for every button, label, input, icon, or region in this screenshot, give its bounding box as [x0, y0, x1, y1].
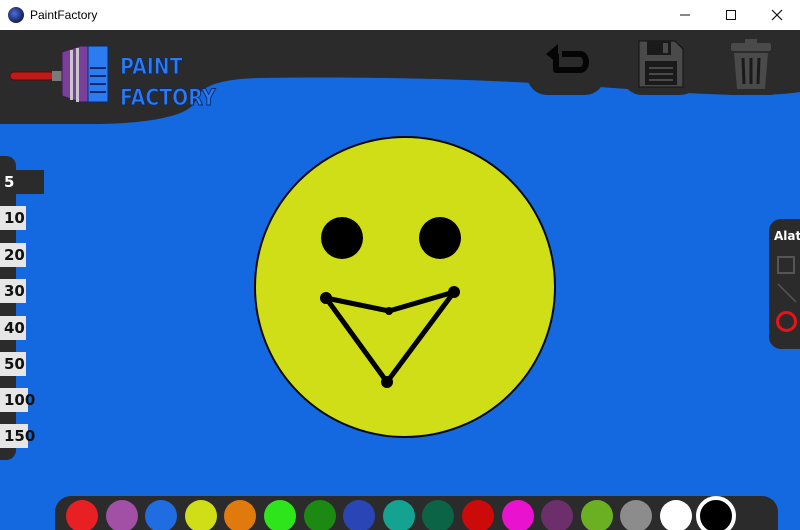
- undo-button[interactable]: [527, 33, 605, 95]
- circle-tool-icon[interactable]: [776, 311, 797, 332]
- shape-tools-panel: Alati: [769, 219, 800, 349]
- line-tool-icon[interactable]: [777, 283, 797, 303]
- paint-app: PAINT FACTORY 5 10 20 30 40 50 100 150 A…: [0, 30, 800, 530]
- color-swatch[interactable]: [695, 496, 736, 530]
- color-swatch[interactable]: [184, 500, 217, 530]
- color-swatch[interactable]: [264, 500, 296, 530]
- app-logo: PAINT FACTORY: [8, 42, 216, 112]
- brush-size-50[interactable]: 50: [0, 352, 26, 376]
- clear-button[interactable]: [712, 33, 790, 95]
- brush-size-10[interactable]: 10: [0, 206, 26, 230]
- save-button[interactable]: [622, 33, 700, 95]
- shape-tools-title: Alati: [774, 229, 800, 243]
- color-swatch[interactable]: [66, 500, 98, 530]
- color-swatch[interactable]: [580, 500, 613, 530]
- undo-icon: [546, 44, 589, 73]
- paint-roller-icon: [9, 45, 109, 103]
- color-swatch[interactable]: [422, 500, 455, 530]
- color-swatch[interactable]: [620, 500, 653, 530]
- right-eye: [419, 217, 461, 259]
- vertex-dot: [448, 286, 460, 298]
- left-eye: [321, 217, 363, 259]
- brush-size-5[interactable]: 5: [0, 170, 44, 194]
- color-swatch[interactable]: [541, 500, 574, 530]
- close-button[interactable]: [754, 0, 800, 30]
- color-swatch[interactable]: [343, 500, 376, 530]
- brush-size-20[interactable]: 20: [0, 243, 26, 267]
- logo-text-line1: PAINT: [120, 55, 183, 81]
- vertex-dot: [320, 292, 332, 304]
- floppy-icon: [638, 40, 684, 88]
- logo-text-line2: FACTORY: [120, 86, 216, 112]
- brush-size-30[interactable]: 30: [0, 279, 26, 303]
- face-circle: [254, 136, 556, 438]
- color-swatch[interactable]: [501, 500, 534, 530]
- color-swatch[interactable]: [382, 500, 415, 530]
- window-title: PaintFactory: [30, 8, 98, 22]
- rectangle-tool-icon[interactable]: [777, 256, 795, 274]
- brush-size-panel: [0, 156, 16, 460]
- trash-icon: [731, 39, 771, 89]
- minimize-icon: [680, 14, 690, 16]
- vertex-dot: [381, 376, 393, 388]
- app-icon: [8, 7, 24, 23]
- maximize-button[interactable]: [708, 0, 754, 30]
- brush-size-150[interactable]: 150: [0, 424, 35, 448]
- brush-size-40[interactable]: 40: [0, 316, 26, 340]
- color-swatch[interactable]: [145, 500, 178, 530]
- color-swatch[interactable]: [105, 500, 138, 530]
- color-swatch[interactable]: [462, 500, 494, 530]
- color-swatch[interactable]: [224, 500, 257, 530]
- maximize-icon: [726, 10, 736, 20]
- brush-size-100[interactable]: 100: [0, 388, 35, 412]
- close-icon: [771, 9, 783, 21]
- color-swatch[interactable]: [303, 500, 336, 530]
- vertex-dot: [385, 307, 393, 315]
- color-swatch[interactable]: [660, 500, 692, 530]
- minimize-button[interactable]: [662, 0, 708, 30]
- window-title-bar: PaintFactory: [0, 0, 800, 30]
